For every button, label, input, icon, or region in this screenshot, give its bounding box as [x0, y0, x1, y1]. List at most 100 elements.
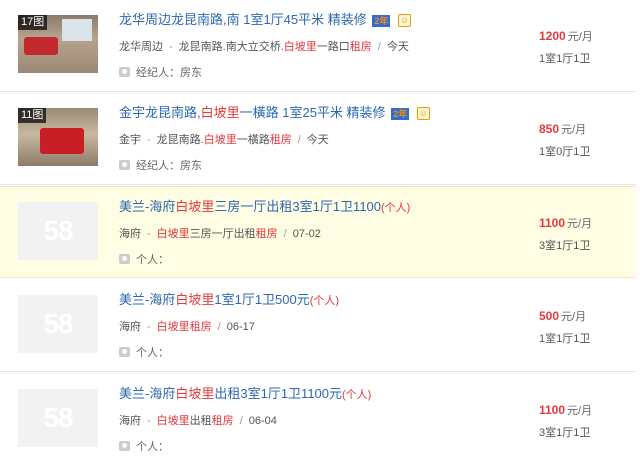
road-suffix: 三房一厅出租	[189, 228, 256, 240]
listing-photo-placeholder[interactable]: 58	[18, 389, 98, 447]
listing-title[interactable]: 美兰-海府白坡里出租3室1厅1卫1100元(个人)	[119, 385, 371, 404]
area-link[interactable]: 海府	[119, 415, 141, 427]
keyword-highlight[interactable]: 白坡里	[175, 386, 214, 401]
price-value: 1100	[539, 403, 566, 417]
listing-photo-placeholder[interactable]: 58	[18, 202, 98, 260]
agent-label: 个人：	[136, 254, 169, 266]
keyword-highlight[interactable]: 白坡里	[175, 292, 214, 307]
agent-info: 个人：	[119, 251, 169, 267]
room-layout: 3室1厅1卫	[539, 427, 591, 439]
rent-tag: 租房	[189, 321, 212, 333]
agent-label: 个人：	[136, 441, 169, 453]
post-date: 07-02	[292, 228, 321, 240]
room-layout: 1室1厅1卫	[539, 333, 591, 345]
listing-title-text[interactable]: 龙华周边龙昆南路,南 1室1厅45平米 精装修	[119, 12, 367, 27]
road-suffix: 出租	[189, 415, 212, 427]
post-date: 今天	[306, 134, 329, 146]
road-suffix: 一路口	[316, 41, 350, 53]
keyword-highlight: 白坡里	[283, 41, 317, 53]
price-value: 500	[539, 309, 560, 323]
listing-title[interactable]: 美兰-海府白坡里1室1厅1卫500元(个人)	[119, 291, 339, 310]
agent-name: 房东	[180, 160, 202, 172]
person-icon	[119, 160, 130, 170]
area-link[interactable]: 海府	[119, 321, 141, 333]
agent-label: 经纪人：	[136, 160, 180, 172]
sofa-graphic	[24, 37, 58, 55]
placeholder-logo: 58	[43, 402, 73, 433]
member-years-badge: 2年	[372, 14, 391, 27]
rent-tag: 租房	[211, 415, 234, 427]
room-layout: 1室0厅1卫	[539, 146, 591, 158]
keyword-highlight[interactable]: 白坡里	[175, 199, 214, 214]
listing-title-text[interactable]: 1室1厅1卫500元	[214, 292, 309, 307]
listing-title-text[interactable]: 美兰-海府	[119, 292, 175, 307]
person-icon	[119, 67, 130, 77]
post-date: 今天	[386, 41, 409, 53]
area-link[interactable]: 海府	[119, 228, 141, 240]
rent-tag: 租房	[349, 41, 372, 53]
placeholder-logo: 58	[43, 308, 73, 339]
listing-row[interactable]: 58 美兰-海府白坡里1室1厅1卫500元(个人) 海府 - 白坡里租房/06-17…	[0, 280, 636, 372]
listing-price: 850 元/月	[539, 121, 586, 137]
listing-price: 1100 元/月	[539, 215, 592, 231]
room-layout: 1室1厅1卫	[539, 53, 591, 65]
listing-photo[interactable]: 17图	[18, 15, 98, 73]
area-link[interactable]: 金宇	[119, 134, 141, 146]
listing-list: 17图 龙华周边龙昆南路,南 1室1厅45平米 精装修 2年 ☺ 龙华周边 - 龙昆…	[0, 0, 640, 467]
post-date: 06-04	[248, 415, 277, 427]
listing-title-text[interactable]: 出租3室1厅1卫1100元	[214, 386, 342, 401]
listing-title-text[interactable]: 美兰-海府	[119, 199, 175, 214]
agent-info: 个人：	[119, 344, 169, 360]
personal-tag: (个人)	[309, 295, 340, 307]
price-value: 1200	[539, 29, 566, 43]
listing-photo[interactable]: 11图	[18, 108, 98, 166]
price-unit: 元/月	[567, 218, 593, 230]
listing-location: 金宇 - 龙昆南路.白坡里一橫路租房 / 今天	[119, 134, 329, 146]
person-icon	[119, 441, 130, 451]
listing-title[interactable]: 金宇龙昆南路,白坡里一橫路 1室25平米 精装修 2年 ☺	[119, 104, 430, 122]
photo-count-badge: 17图	[18, 15, 48, 30]
listing-title-text[interactable]: 金宇龙昆南路,	[119, 105, 201, 120]
keyword-highlight: 白坡里	[156, 228, 190, 240]
post-date: 06-17	[226, 321, 255, 333]
personal-tag: (个人)	[381, 202, 411, 214]
road-text: 龙昆南路.南大立交桥.	[178, 41, 284, 53]
listing-location: 海府 - 白坡里租房/06-17	[119, 321, 255, 333]
listing-price: 1100 元/月	[539, 402, 592, 418]
personal-tag: (个人)	[342, 389, 372, 401]
agent-label: 个人：	[136, 347, 169, 359]
verified-face-icon: ☺	[398, 14, 412, 28]
keyword-highlight[interactable]: 白坡里	[201, 105, 240, 120]
listing-title[interactable]: 龙华周边龙昆南路,南 1室1厅45平米 精装修 2年 ☺	[119, 11, 412, 29]
price-value: 850	[539, 122, 560, 136]
listing-price: 500 元/月	[539, 308, 586, 324]
listing-row[interactable]: 11图 金宇龙昆南路,白坡里一橫路 1室25平米 精装修 2年 ☺ 金宇 - 龙昆南…	[0, 93, 636, 185]
bed-graphic	[40, 128, 84, 154]
price-unit: 元/月	[567, 405, 593, 417]
listing-photo-placeholder[interactable]: 58	[18, 295, 98, 353]
photo-count-badge: 11图	[18, 108, 47, 123]
keyword-highlight: 白坡里	[156, 321, 190, 333]
listing-title[interactable]: 美兰-海府白坡里三房一厅出租3室1厅1卫1100(个人)	[119, 198, 410, 217]
listing-row[interactable]: 17图 龙华周边龙昆南路,南 1室1厅45平米 精装修 2年 ☺ 龙华周边 - 龙昆…	[0, 0, 636, 92]
listing-title-text[interactable]: 三房一厅出租3室1厅1卫1100	[214, 199, 381, 214]
person-icon	[119, 254, 130, 264]
listing-row[interactable]: 58 美兰-海府白坡里出租3室1厅1卫1100元(个人) 海府 - 白坡里出租租房 /…	[0, 374, 636, 467]
member-years-badge: 2年	[391, 107, 410, 120]
agent-info: 个人：	[119, 438, 169, 454]
listing-title-text[interactable]: 美兰-海府	[119, 386, 175, 401]
price-value: 1100	[539, 216, 566, 230]
agent-name: 房东	[180, 67, 202, 79]
verified-face-icon: ☺	[416, 107, 430, 121]
rent-tag: 租房	[269, 134, 292, 146]
agent-label: 经纪人：	[136, 67, 180, 79]
area-link[interactable]: 龙华周边	[119, 41, 163, 53]
listing-location: 海府 - 白坡里三房一厅出租租房/07-02	[119, 228, 321, 240]
listing-row-highlighted[interactable]: 58 美兰-海府白坡里三房一厅出租3室1厅1卫1100(个人) 海府 - 白坡里三房…	[0, 186, 636, 278]
price-unit: 元/月	[567, 31, 593, 43]
listing-location: 海府 - 白坡里出租租房/06-04	[119, 415, 277, 427]
listing-title-text[interactable]: 一橫路 1室25平米 精装修	[240, 105, 386, 120]
window-graphic	[62, 19, 92, 41]
road-suffix: 一橫路	[236, 134, 270, 146]
price-unit: 元/月	[561, 124, 587, 136]
